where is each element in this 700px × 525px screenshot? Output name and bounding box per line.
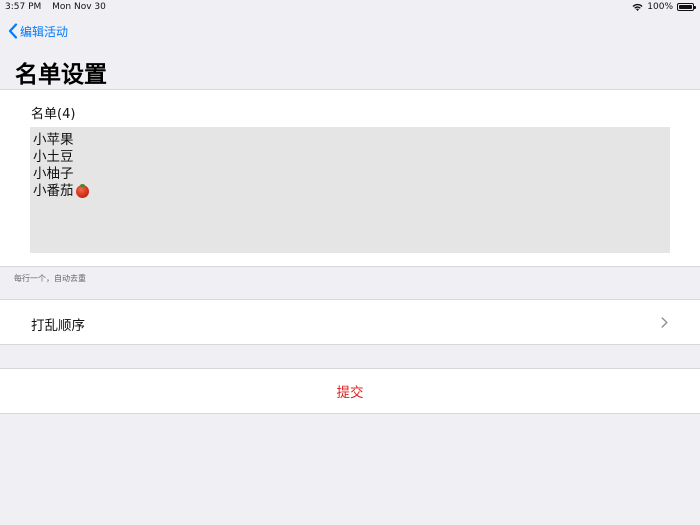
list-item: 小柚子 (33, 166, 74, 182)
list-textarea[interactable]: 小苹果 小土豆 小柚子 小番茄 (30, 127, 670, 253)
back-button[interactable]: 编辑活动 (8, 22, 68, 40)
list-card: 名单(4) 小苹果 小土豆 小柚子 小番茄 (0, 89, 700, 267)
list-line: 小苹果 (33, 132, 667, 149)
status-right: 100% (632, 2, 696, 12)
page-title: 名单设置 (15, 62, 107, 88)
chevron-right-icon (661, 317, 668, 328)
chevron-left-icon (8, 23, 18, 39)
status-time: 3:57 PM (5, 2, 42, 12)
shuffle-order-label: 打乱顺序 (31, 318, 85, 334)
list-item: 小苹果 (33, 132, 74, 148)
status-bar: 3:57 PM Mon Nov 30 100% (0, 0, 700, 14)
list-item: 小土豆 (33, 149, 74, 165)
list-label: 名单(4) (31, 107, 76, 122)
battery-percent: 100% (647, 2, 673, 12)
submit-label: 提交 (336, 385, 364, 401)
wifi-icon (632, 3, 643, 11)
list-item: 小番茄 (33, 183, 74, 199)
shuffle-order-row[interactable]: 打乱顺序 (0, 299, 700, 345)
list-footnote: 每行一个，自动去重 (14, 274, 86, 283)
tomato-icon (75, 184, 89, 198)
list-line: 小土豆 (33, 149, 667, 166)
list-line: 小番茄 (33, 183, 667, 200)
submit-button[interactable]: 提交 (0, 368, 700, 414)
back-label: 编辑活动 (20, 24, 69, 39)
list-line: 小柚子 (33, 166, 667, 183)
status-date: Mon Nov 30 (52, 2, 106, 12)
battery-icon (677, 3, 696, 11)
status-left: 3:57 PM Mon Nov 30 (5, 2, 114, 12)
